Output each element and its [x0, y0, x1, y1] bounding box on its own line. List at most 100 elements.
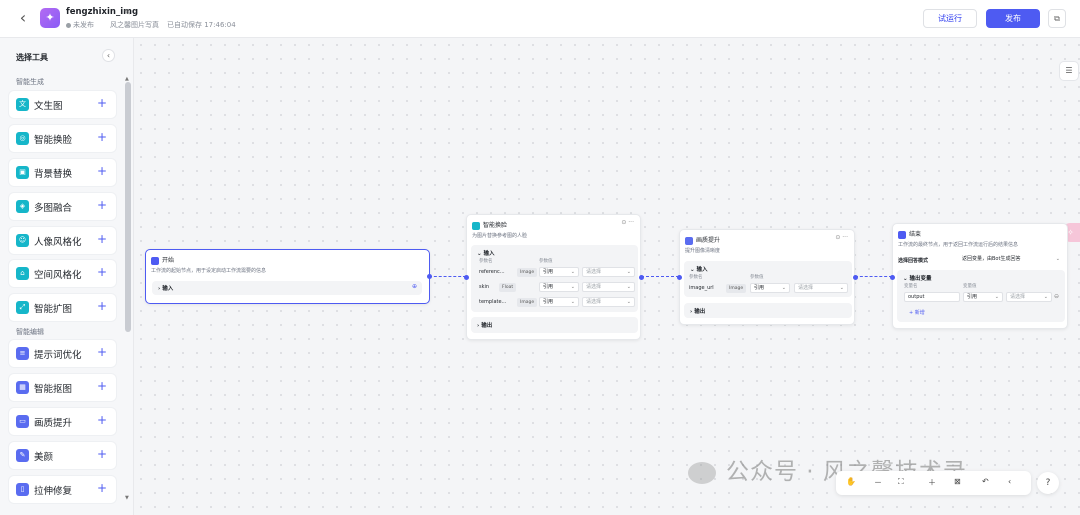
output-port[interactable]	[427, 274, 432, 279]
tool-quality[interactable]: ▭ 画质提升 +	[9, 408, 116, 435]
input-port[interactable]	[464, 275, 469, 280]
tool-space-style[interactable]: ⌂ 空间风格化 +	[9, 260, 116, 287]
output-panel[interactable]: › 输出	[471, 317, 638, 333]
param-name: referenc...	[479, 269, 505, 275]
space-icon: ⌂	[16, 267, 29, 280]
test-run-button[interactable]: 试运行	[923, 9, 977, 28]
edge-faceswap-quality	[641, 276, 679, 277]
copy-icon[interactable]: ⧉	[1048, 9, 1066, 28]
node-quality[interactable]: 画质提升 ⊙ ··· 提升图像清晰度 ⌄ 输入 参数名 参数值 image_ur…	[677, 229, 858, 325]
param-mode-select[interactable]: 引用 ⌄	[539, 297, 579, 307]
edge-quality-end	[855, 276, 892, 277]
add-icon[interactable]: +	[97, 130, 107, 144]
var-value-select[interactable]: 请选择 ⌄	[1006, 292, 1052, 302]
collapse-sidebar-icon[interactable]: ‹	[102, 49, 115, 62]
add-node-icon[interactable]: ＋	[928, 477, 936, 488]
input-panel[interactable]: › 输入 ⊕	[152, 281, 422, 295]
tool-prompt-optimize[interactable]: ≡ 提示词优化 +	[9, 340, 116, 367]
param-name: image_url	[689, 285, 714, 291]
param-mode-select[interactable]: 引用 ⌄	[750, 283, 790, 293]
quality-icon: ▭	[16, 415, 29, 428]
chevron-down-icon: ⌄	[570, 269, 575, 275]
tool-face-swap[interactable]: ◎ 智能换脸 +	[9, 125, 116, 152]
param-value-select[interactable]: 请选择 ⌄	[582, 282, 635, 292]
add-icon[interactable]: +	[97, 96, 107, 110]
beauty-icon: ✎	[16, 449, 29, 462]
node-face-swap[interactable]: 智能换脸 ⊙ ··· 为图片替换参考图的人脸 ⌄ 输入 参数名 参数值 refe…	[464, 214, 644, 340]
param-mode-select[interactable]: 引用 ⌄	[539, 267, 579, 277]
col-value: 变量值	[963, 284, 977, 289]
tool-label: 智能扩图	[34, 304, 73, 315]
tool-label: 人像风格化	[34, 237, 82, 248]
var-name-input[interactable]: output	[904, 292, 960, 302]
node-title: 开始	[151, 255, 174, 265]
output-panel[interactable]: › 输出	[684, 303, 852, 318]
help-icon[interactable]: ?	[1037, 472, 1059, 494]
add-icon[interactable]: +	[97, 232, 107, 246]
add-icon[interactable]: +	[97, 413, 107, 427]
add-icon[interactable]: +	[97, 164, 107, 178]
panel-toggle-icon[interactable]: ☰	[1060, 62, 1078, 80]
connect-icon[interactable]: ⊕	[412, 283, 417, 290]
canvas-toolbar: ✋ － ⛶ ＋ ⊠ ↶ ‹	[836, 471, 1031, 495]
node-title: 结束	[898, 229, 921, 239]
node-end[interactable]: 结束 工作流的最终节点，用于返回工作流运行后的结果信息 选择回答模式 返回变量，…	[890, 223, 1068, 329]
tool-cutout[interactable]: ▦ 智能抠图 +	[9, 374, 116, 401]
zoom-out-icon[interactable]: －	[874, 477, 882, 488]
col-name: 参数名	[689, 275, 703, 280]
param-mode-select[interactable]: 引用 ⌄	[539, 282, 579, 292]
add-variable-button[interactable]: + 新增	[909, 309, 925, 316]
node-tools[interactable]: ⊙ ···	[835, 234, 848, 241]
param-value-select[interactable]: 请选择 ⌄	[582, 267, 635, 277]
layout-icon[interactable]: ⊠	[954, 477, 961, 486]
scroll-down-icon[interactable]: ▼	[125, 495, 129, 501]
add-icon[interactable]: +	[97, 265, 107, 279]
add-icon[interactable]: +	[97, 198, 107, 212]
input-label[interactable]: ⌄ 输入	[690, 265, 708, 273]
fit-view-icon[interactable]: ⛶	[898, 477, 904, 487]
node-title: 智能换脸	[472, 220, 507, 230]
start-icon	[151, 256, 159, 265]
node-start[interactable]: 开始 工作流的起始节点，用于设定启动工作流需要的信息 › 输入 ⊕	[145, 249, 432, 304]
input-port[interactable]	[890, 275, 895, 280]
app-logo: ✦	[40, 8, 60, 28]
output-port[interactable]	[639, 275, 644, 280]
expand-icon: ⤢	[16, 301, 29, 314]
remove-icon[interactable]: ⊖	[1054, 293, 1059, 300]
param-value-select[interactable]: 请选择 ⌄	[794, 283, 848, 293]
param-type: Image	[517, 268, 538, 277]
undo-icon[interactable]: ↶	[982, 477, 989, 486]
input-panel: ⌄ 输入 参数名 参数值 referenc... Image 引用 ⌄ 请选择 ⌄ …	[471, 245, 638, 312]
answer-mode-select[interactable]: 返回变量，由Bot生成回答 ⌄	[959, 255, 1063, 265]
tool-label: 美颜	[34, 452, 54, 463]
tool-multi-merge[interactable]: ◈ 多图融合 +	[9, 193, 116, 220]
var-mode-select[interactable]: 引用 ⌄	[963, 292, 1003, 302]
param-value-select[interactable]: 请选择 ⌄	[582, 297, 635, 307]
tool-stretch-repair[interactable]: ▯ 拉伸修复 +	[9, 476, 116, 503]
merge-icon: ◈	[16, 200, 29, 213]
output-port[interactable]	[853, 275, 858, 280]
sidebar-scrollbar[interactable]	[125, 82, 131, 332]
redo-icon[interactable]: ‹	[1008, 477, 1011, 486]
add-icon[interactable]: +	[97, 481, 107, 495]
tool-beauty[interactable]: ✎ 美颜 +	[9, 442, 116, 469]
add-icon[interactable]: +	[97, 447, 107, 461]
hand-icon[interactable]: ✋	[846, 477, 856, 486]
add-icon[interactable]: +	[97, 379, 107, 393]
tool-portrait-style[interactable]: ☺ 人像风格化 +	[9, 227, 116, 254]
add-icon[interactable]: +	[97, 345, 107, 359]
col-value: 参数值	[539, 259, 553, 264]
back-arrow-icon[interactable]: ‹	[14, 9, 32, 27]
output-var-label[interactable]: ⌄ 输出变量	[903, 274, 932, 282]
tool-text-to-image[interactable]: 文 文生图 +	[9, 91, 116, 118]
param-name: template...	[479, 299, 507, 305]
add-icon[interactable]: +	[97, 299, 107, 313]
tool-expand[interactable]: ⤢ 智能扩图 +	[9, 294, 116, 321]
chevron-down-icon: ⌄	[1043, 294, 1048, 300]
input-label[interactable]: ⌄ 输入	[477, 249, 495, 257]
edit-icon[interactable]: ✎	[124, 8, 131, 17]
publish-button[interactable]: 发布	[986, 9, 1040, 28]
node-tools[interactable]: ⊙ ···	[621, 219, 634, 226]
input-port[interactable]	[677, 275, 682, 280]
tool-background-replace[interactable]: ▣ 背景替换 +	[9, 159, 116, 186]
